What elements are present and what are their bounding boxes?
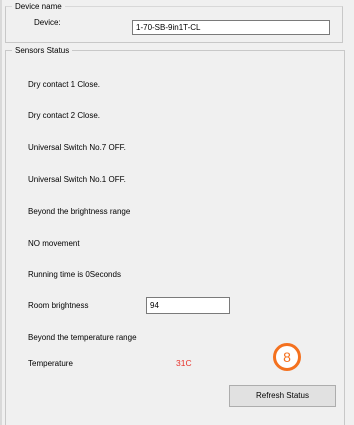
brightness-range-status: Beyond the brightness range xyxy=(28,207,131,216)
window-edge xyxy=(0,0,2,425)
dry-contact-1-status: Dry contact 1 Close. xyxy=(28,80,101,89)
universal-switch-1-status: Universal Switch No.1 OFF. xyxy=(28,175,126,184)
device-name-field[interactable]: 1-70-SB-9in1T-CL xyxy=(132,20,330,35)
temperature-label: Temperature xyxy=(28,359,73,368)
running-time-status: Running time is 0Seconds xyxy=(28,270,121,279)
room-brightness-label: Room brightness xyxy=(28,301,89,310)
dry-contact-2-status: Dry contact 2 Close. xyxy=(28,111,101,120)
device-name-group-title: Device name xyxy=(12,1,65,12)
temperature-range-status: Beyond the temperature range xyxy=(28,333,137,342)
step-number-badge: 8 xyxy=(273,343,301,371)
room-brightness-field[interactable]: 94 xyxy=(146,297,230,314)
universal-switch-7-status: Universal Switch No.7 OFF. xyxy=(28,143,126,152)
refresh-status-button[interactable]: Refresh Status xyxy=(229,385,336,407)
movement-status: NO movement xyxy=(28,239,80,248)
temperature-value: 31C xyxy=(176,358,192,368)
sensors-status-group-title: Sensors Status xyxy=(12,45,73,56)
device-label: Device: xyxy=(34,18,61,27)
